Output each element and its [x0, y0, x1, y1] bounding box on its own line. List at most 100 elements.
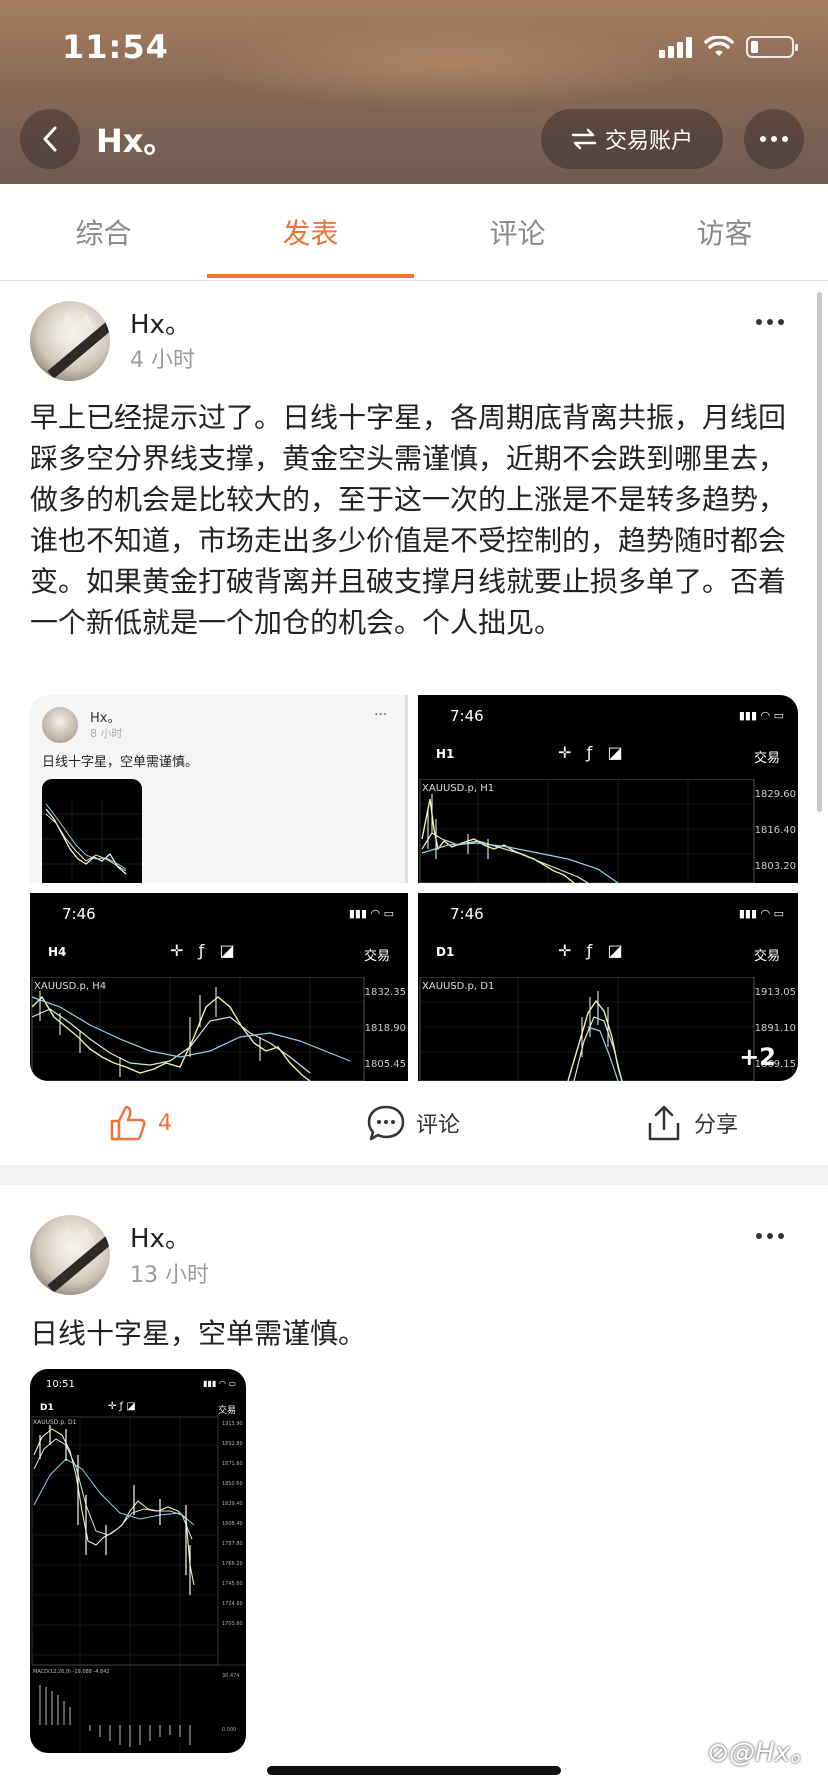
comment-label: 评论 — [416, 1113, 461, 1138]
svg-text:1787.80: 1787.80 — [222, 1541, 243, 1547]
chart-toolbar-icons: ✛ ƒ ◪ — [558, 743, 623, 762]
avatar[interactable] — [30, 1215, 110, 1295]
home-indicator[interactable] — [267, 1766, 561, 1775]
svg-text:1871.60: 1871.60 — [222, 1461, 243, 1467]
wifi-icon — [704, 36, 734, 56]
post-time: 13 小时 — [130, 1263, 209, 1288]
like-button[interactable]: 4 — [108, 1103, 172, 1143]
post-time: 4 小时 — [130, 348, 195, 373]
chevron-left-icon — [43, 126, 57, 152]
comment-button[interactable]: 评论 — [366, 1103, 460, 1143]
svg-text:1703.60: 1703.60 — [222, 1621, 243, 1627]
more-dot — [760, 136, 766, 142]
mini-post-text: 日线十字星，空单需谨慎。 — [42, 755, 199, 770]
mini-chart-thumbnail — [42, 779, 142, 883]
price-label: 1803.20 — [754, 861, 796, 872]
d1-chart-plot — [419, 977, 755, 1081]
price-label: 1829.60 — [754, 789, 796, 800]
price-label: 1913.05 — [754, 987, 796, 998]
image-chart-d1[interactable]: 7:46 ▮▮▮ ◠ ▭ D1 ✛ ƒ ◪ 交易 XAUUSD.p, D1 19… — [418, 893, 798, 1081]
like-count: 4 — [158, 1110, 172, 1136]
image-chart-h4[interactable]: 7:46 ▮▮▮ ◠ ▭ H4 ✛ ƒ ◪ 交易 XAUUSD.p, H4 18… — [30, 893, 408, 1081]
mini-time: 8 小时 — [90, 727, 123, 740]
profile-tabs: 综合 发表 评论 访客 — [0, 184, 828, 281]
more-dot — [771, 136, 777, 142]
chart-period: H1 — [436, 747, 455, 761]
chart-clock: 7:46 — [62, 905, 96, 923]
chart-clock: 7:46 — [450, 707, 484, 725]
price-label: 1832.35 — [364, 987, 406, 998]
share-label: 分享 — [694, 1113, 739, 1138]
chart-status-icons: ▮▮▮ ◠ ▭ — [738, 709, 784, 722]
chart-clock: 10:51 — [46, 1379, 75, 1390]
tab-visitors[interactable]: 访客 — [621, 184, 828, 280]
active-tab-indicator — [207, 274, 414, 278]
mini-more-icon: ··· — [374, 707, 388, 723]
chart-period: D1 — [436, 945, 455, 959]
svg-text:1829.40: 1829.40 — [222, 1501, 243, 1507]
svg-text:1913.90: 1913.90 — [222, 1421, 243, 1427]
chart-status-icons: ▮▮▮ ◠ ▭ — [203, 1379, 236, 1388]
post-card: Hx。 4 小时 早上已经提示过了。日线十字星，各周期底背离共振，月线回踩多空分… — [0, 281, 828, 1165]
status-time: 11:54 — [62, 28, 169, 66]
svg-text:0.000: 0.000 — [222, 1727, 236, 1733]
post-text: 日线十字星，空单需谨慎。 — [30, 1317, 367, 1350]
mini-username: Hx。 — [90, 711, 121, 726]
trade-account-label: 交易账户 — [604, 129, 693, 154]
h1-chart-plot — [419, 779, 755, 883]
image-post-screenshot[interactable]: Hx。 8 小时 ··· 日线十字星，空单需谨慎。 — [30, 695, 408, 883]
more-images-badge: +2 — [739, 1043, 776, 1071]
svg-text:MACD(12,26,9) -19.088 -4.842: MACD(12,26,9) -19.088 -4.842 — [33, 1669, 110, 1675]
share-icon — [648, 1105, 680, 1141]
d1-tall-chart-plot: 1913.90 1892.80 1871.60 1850.60 1829.40 1808… — [31, 1416, 246, 1753]
chart-trade-label: 交易 — [753, 751, 780, 766]
image-chart-d1-tall[interactable]: 10:51 ▮▮▮ ◠ ▭ D1 ✛ ƒ ◪ 交易 XAUUSD.p, D1 1… — [30, 1369, 246, 1753]
chart-period: H4 — [48, 945, 67, 959]
tab-overview[interactable]: 综合 — [0, 184, 207, 280]
scrollbar[interactable] — [817, 292, 822, 812]
tab-posts[interactable]: 发表 — [207, 184, 414, 280]
post-username[interactable]: Hx。 — [130, 304, 191, 341]
header-more-button[interactable] — [744, 109, 804, 169]
chart-toolbar-icons: ✛ ƒ ◪ — [558, 941, 623, 960]
post-username[interactable]: Hx。 — [130, 1218, 191, 1255]
mini-chart — [42, 799, 142, 883]
post-more-button[interactable] — [756, 1233, 784, 1239]
watermark: ⊘@Hx。 — [707, 1738, 816, 1768]
header-background — [200, 20, 700, 110]
price-label: 1816.40 — [754, 825, 796, 836]
image-chart-h1[interactable]: 7:46 ▮▮▮ ◠ ▭ H1 ✛ ƒ ◪ 交易 XAUUSD.p, H1 18… — [418, 695, 798, 883]
price-label: 1891.10 — [754, 1023, 796, 1034]
tab-comments[interactable]: 评论 — [414, 184, 621, 280]
post-card: Hx。 13 小时 日线十字星，空单需谨慎。 10:51 ▮▮▮ ◠ ▭ D1 … — [0, 1185, 828, 1792]
svg-text:1892.80: 1892.80 — [222, 1441, 243, 1447]
signal-icon — [659, 36, 692, 58]
share-button[interactable]: 分享 — [644, 1103, 738, 1143]
post-text: 早上已经提示过了。日线十字星，各周期底背离共振，月线回踩多空分界线支撑，黄金空头… — [30, 401, 787, 639]
chart-period: D1 — [40, 1403, 54, 1413]
svg-text:1850.60: 1850.60 — [222, 1481, 243, 1487]
comment-bubble-icon — [367, 1105, 405, 1141]
post-more-button[interactable] — [756, 319, 784, 325]
price-label: 1818.90 — [364, 1023, 406, 1034]
profile-header: 11:54 Hx。 交易账户 — [0, 0, 828, 184]
svg-text:1724.60: 1724.60 — [222, 1601, 243, 1607]
chart-toolbar-icons: ✛ ƒ ◪ — [170, 941, 235, 960]
battery-icon — [746, 36, 798, 58]
status-icons — [659, 36, 798, 58]
h4-chart-plot — [31, 977, 365, 1081]
swap-arrows-icon — [571, 128, 597, 150]
avatar[interactable] — [30, 301, 110, 381]
svg-text:1808.40: 1808.40 — [222, 1521, 243, 1527]
more-dot — [782, 136, 788, 142]
thumbs-up-icon — [110, 1105, 146, 1141]
trade-account-button[interactable]: 交易账户 — [541, 109, 723, 169]
mini-avatar — [42, 707, 78, 743]
svg-text:1745.60: 1745.60 — [222, 1581, 243, 1587]
chart-toolbar-icons: ✛ ƒ ◪ — [108, 1401, 136, 1412]
chart-status-icons: ▮▮▮ ◠ ▭ — [738, 907, 784, 920]
price-label: 1805.45 — [364, 1059, 406, 1070]
back-button[interactable] — [20, 109, 80, 169]
profile-name: Hx。 — [96, 122, 176, 160]
chart-trade-label: 交易 — [363, 949, 390, 964]
